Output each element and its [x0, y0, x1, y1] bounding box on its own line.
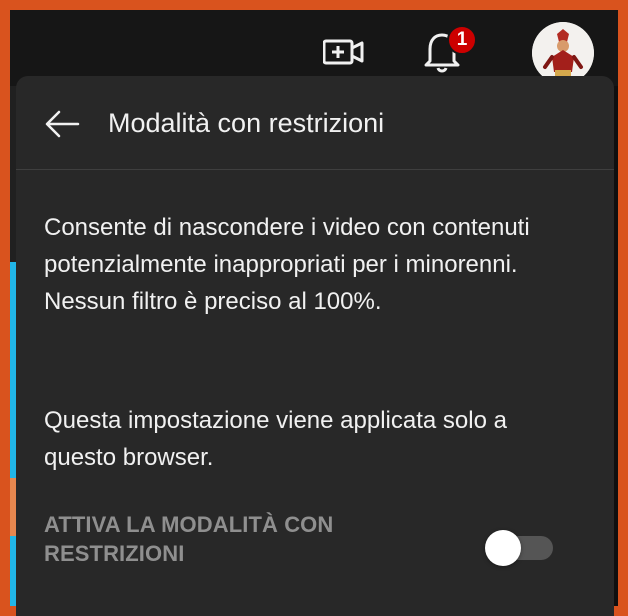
restricted-mode-panel: Modalità con restrizioni Consente di nas… [16, 76, 614, 616]
toggle-thumb[interactable] [485, 530, 521, 566]
avatar [532, 22, 594, 84]
video-camera-plus-icon [323, 39, 364, 65]
restricted-mode-description: Consente di nascondere i video con conte… [44, 214, 530, 315]
panel-title: Modalità con restrizioni [108, 108, 385, 138]
arrow-left-icon [45, 110, 80, 138]
avatar-button[interactable] [532, 22, 594, 84]
panel-header: Modalità con restrizioni [16, 76, 614, 170]
browser-scope-note: Questa impostazione viene applicata solo… [44, 407, 507, 471]
notification-count-badge: 1 [447, 25, 477, 55]
back-button[interactable] [40, 102, 84, 146]
restricted-mode-toggle[interactable] [485, 530, 555, 566]
create-video-button[interactable] [322, 30, 366, 74]
restricted-mode-toggle-label: ATTIVA LA MODALITÀ CON RESTRIZIONI [44, 512, 334, 566]
top-app-bar [10, 10, 618, 86]
